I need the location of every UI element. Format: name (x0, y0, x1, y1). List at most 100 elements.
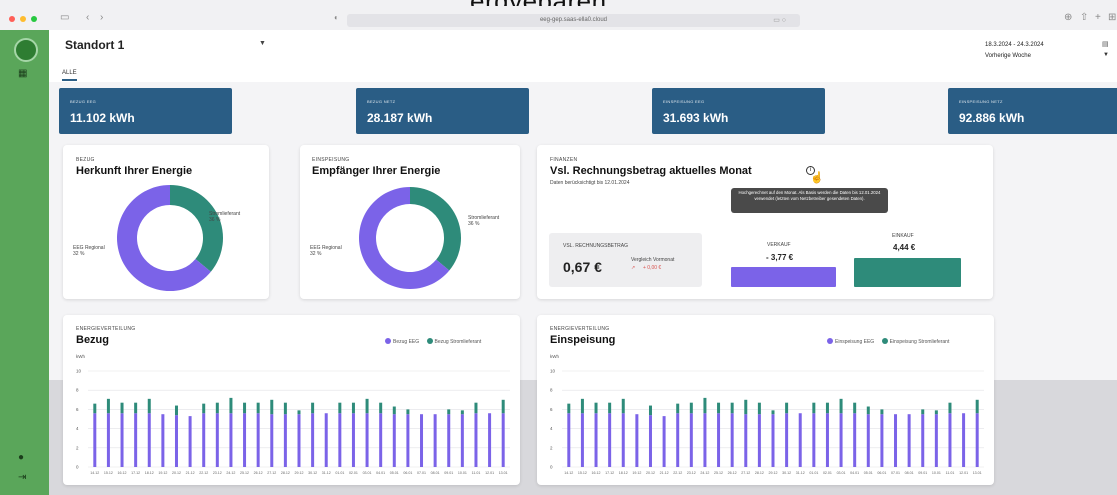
bar-bezug-eeg[interactable] (93, 413, 97, 467)
bar-bezug-eeg[interactable] (433, 414, 437, 467)
bar-bezug-stromlieferant[interactable] (365, 398, 369, 414)
bar-einspeisung-eeg[interactable] (853, 413, 857, 467)
tab-alle[interactable]: ALLE (62, 70, 77, 81)
bar-einspeisung-eeg[interactable] (880, 414, 884, 467)
bar-einspeisung-eeg[interactable] (608, 413, 612, 467)
bar-einspeisung-eeg[interactable] (621, 413, 625, 467)
bar-bezug-eeg[interactable] (297, 414, 301, 467)
bar-bezug-eeg[interactable] (406, 414, 410, 467)
bar-einspeisung-eeg[interactable] (757, 414, 761, 467)
bar-einspeisung-stromlieferant[interactable] (703, 397, 707, 414)
bar-bezug-stromlieferant[interactable] (93, 403, 97, 414)
bar-bezug-stromlieferant[interactable] (202, 403, 206, 414)
bar-einspeisung-stromlieferant[interactable] (771, 410, 775, 415)
tab-overview-icon[interactable]: ⊞ (1108, 12, 1116, 23)
bar-bezug-stromlieferant[interactable] (215, 402, 219, 414)
bar-bezug-stromlieferant[interactable] (147, 398, 151, 414)
bar-bezug-stromlieferant[interactable] (297, 410, 301, 415)
bar-bezug-eeg[interactable] (134, 413, 138, 467)
bar-einspeisung-eeg[interactable] (948, 413, 952, 467)
bar-bezug-stromlieferant[interactable] (501, 399, 505, 414)
bar-bezug-stromlieferant[interactable] (379, 402, 383, 414)
bar-bezug-stromlieferant[interactable] (134, 402, 138, 414)
bar-einspeisung-stromlieferant[interactable] (676, 403, 680, 414)
bar-einspeisung-stromlieferant[interactable] (757, 402, 761, 415)
bar-einspeisung-eeg[interactable] (825, 413, 829, 467)
bar-einspeisung-stromlieferant[interactable] (934, 410, 938, 415)
bar-bezug-eeg[interactable] (174, 415, 178, 467)
bar-einspeisung-stromlieferant[interactable] (812, 402, 816, 414)
address-bar[interactable]: eeg-gep.saas-ella0.cloud ▭ ○ (347, 14, 800, 27)
share-icon[interactable]: ⇧ (1080, 12, 1088, 23)
bar-einspeisung-stromlieferant[interactable] (744, 399, 748, 415)
bar-bezug-stromlieferant[interactable] (460, 410, 464, 415)
bar-einspeisung-eeg[interactable] (812, 413, 816, 467)
bar-bezug-eeg[interactable] (270, 414, 274, 467)
bar-bezug-stromlieferant[interactable] (474, 402, 478, 414)
bar-bezug-eeg[interactable] (283, 414, 287, 467)
bar-einspeisung-eeg[interactable] (785, 413, 789, 467)
bar-bezug-eeg[interactable] (501, 413, 505, 467)
bar-einspeisung-eeg[interactable] (703, 413, 707, 467)
bar-einspeisung-eeg[interactable] (962, 413, 966, 467)
bar-einspeisung-eeg[interactable] (730, 413, 734, 467)
bar-einspeisung-eeg[interactable] (934, 414, 938, 467)
bar-einspeisung-eeg[interactable] (635, 414, 639, 467)
bar-bezug-eeg[interactable] (379, 413, 383, 467)
bar-einspeisung-eeg[interactable] (907, 414, 911, 467)
app-logo[interactable] (14, 38, 38, 62)
bar-bezug-stromlieferant[interactable] (311, 402, 315, 414)
bar-bezug-stromlieferant[interactable] (351, 402, 355, 414)
bar-bezug-eeg[interactable] (147, 413, 151, 467)
bar-einspeisung-stromlieferant[interactable] (621, 398, 625, 414)
bar-einspeisung-stromlieferant[interactable] (948, 402, 952, 414)
bar-einspeisung-eeg[interactable] (676, 413, 680, 467)
bar-bezug-stromlieferant[interactable] (283, 402, 287, 415)
bar-einspeisung-eeg[interactable] (798, 413, 802, 467)
bar-einspeisung-eeg[interactable] (771, 414, 775, 467)
bar-einspeisung-stromlieferant[interactable] (853, 402, 857, 414)
bar-bezug-eeg[interactable] (420, 414, 424, 467)
bar-einspeisung-stromlieferant[interactable] (839, 398, 843, 414)
bar-einspeisung-eeg[interactable] (894, 414, 898, 467)
bar-bezug-stromlieferant[interactable] (256, 402, 260, 414)
bar-einspeisung-eeg[interactable] (594, 413, 598, 467)
bar-einspeisung-stromlieferant[interactable] (689, 402, 693, 414)
bar-einspeisung-eeg[interactable] (744, 414, 748, 467)
bar-bezug-eeg[interactable] (202, 413, 206, 467)
bar-bezug-eeg[interactable] (161, 414, 165, 467)
donut-segment-stromlieferant[interactable] (410, 187, 461, 271)
reader-icon[interactable]: ▭ ○ (773, 14, 786, 27)
forward-icon[interactable]: › (100, 12, 103, 23)
bar-einspeisung-stromlieferant[interactable] (567, 403, 571, 414)
bar-einspeisung-stromlieferant[interactable] (648, 405, 652, 416)
bar-bezug-eeg[interactable] (351, 413, 355, 467)
zoom-window-button[interactable] (31, 16, 37, 22)
bar-einspeisung-eeg[interactable] (975, 413, 979, 467)
bar-bezug-eeg[interactable] (338, 413, 342, 467)
bar-einspeisung-stromlieferant[interactable] (608, 402, 612, 414)
bar-bezug-stromlieferant[interactable] (229, 397, 233, 414)
bar-einspeisung-stromlieferant[interactable] (880, 409, 884, 415)
bar-einspeisung-stromlieferant[interactable] (730, 402, 734, 414)
logout-icon[interactable]: ⇥ (18, 472, 26, 483)
bar-bezug-stromlieferant[interactable] (243, 402, 247, 414)
calendar-icon[interactable]: ▤ (1102, 40, 1109, 48)
bar-bezug-stromlieferant[interactable] (338, 402, 342, 414)
bar-einspeisung-stromlieferant[interactable] (717, 402, 721, 414)
bar-bezug-eeg[interactable] (365, 413, 369, 467)
bar-einspeisung-eeg[interactable] (717, 413, 721, 467)
bar-bezug-stromlieferant[interactable] (406, 409, 410, 415)
bar-bezug-stromlieferant[interactable] (174, 405, 178, 416)
bar-einspeisung-stromlieferant[interactable] (825, 402, 829, 414)
chevron-down-icon[interactable]: ▼ (259, 40, 266, 47)
bar-bezug-eeg[interactable] (324, 413, 328, 467)
bar-bezug-eeg[interactable] (447, 414, 451, 467)
bar-bezug-stromlieferant[interactable] (447, 409, 451, 415)
sidebar-toggle-icon[interactable]: ▭ (60, 12, 69, 23)
bar-bezug-stromlieferant[interactable] (120, 402, 124, 414)
period-select[interactable]: Vorherige Woche (985, 53, 1031, 59)
bar-einspeisung-stromlieferant[interactable] (921, 409, 925, 415)
bar-einspeisung-eeg[interactable] (839, 413, 843, 467)
bar-bezug-eeg[interactable] (120, 413, 124, 467)
